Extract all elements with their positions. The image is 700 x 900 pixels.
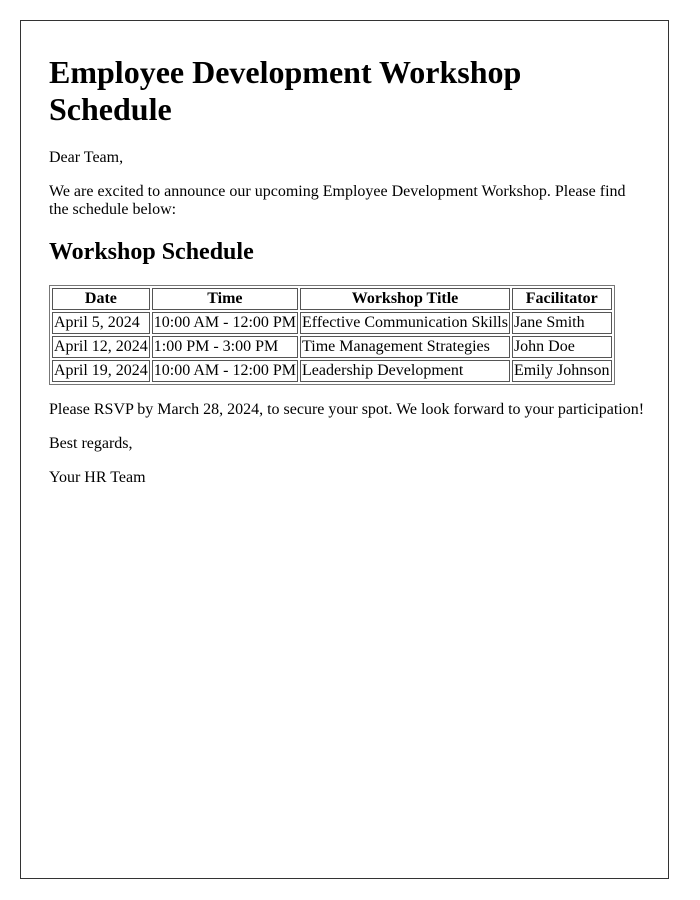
cell-time: 10:00 AM - 12:00 PM [151,312,299,334]
table-row: April 12, 2024 1:00 PM - 3:00 PM Time Ma… [52,336,612,358]
rsvp-paragraph: Please RSVP by March 28, 2024, to secure… [49,401,645,418]
greeting: Dear Team, [49,149,124,166]
header-time: Time [151,288,299,310]
header-date: Date [52,288,150,310]
cell-date: April 12, 2024 [52,336,150,358]
cell-workshop-title: Leadership Development [300,360,510,382]
cell-date: April 19, 2024 [52,360,150,382]
cell-facilitator: John Doe [511,336,612,358]
section-heading: Workshop Schedule [49,239,254,265]
table-header-row: Date Time Workshop Title Facilitator [52,288,612,310]
cell-facilitator: Jane Smith [511,312,612,334]
closing: Best regards, [49,435,133,452]
intro-paragraph: We are excited to announce our upcoming … [49,183,626,218]
table-row: April 19, 2024 10:00 AM - 12:00 PM Leade… [52,360,612,382]
cell-facilitator: Emily Johnson [511,360,612,382]
cell-date: April 5, 2024 [52,312,150,334]
table-row: April 5, 2024 10:00 AM - 12:00 PM Effect… [52,312,612,334]
header-facilitator: Facilitator [511,288,612,310]
header-workshop-title: Workshop Title [300,288,510,310]
signature: Your HR Team [49,469,146,486]
cell-time: 1:00 PM - 3:00 PM [151,336,299,358]
letter-page: Employee Development Workshop Schedule D… [20,20,669,879]
cell-workshop-title: Effective Communication Skills [300,312,510,334]
workshop-schedule-table: Date Time Workshop Title Facilitator Apr… [49,285,615,385]
cell-time: 10:00 AM - 12:00 PM [151,360,299,382]
page-title: Employee Development Workshop Schedule [49,54,522,127]
cell-workshop-title: Time Management Strategies [300,336,510,358]
